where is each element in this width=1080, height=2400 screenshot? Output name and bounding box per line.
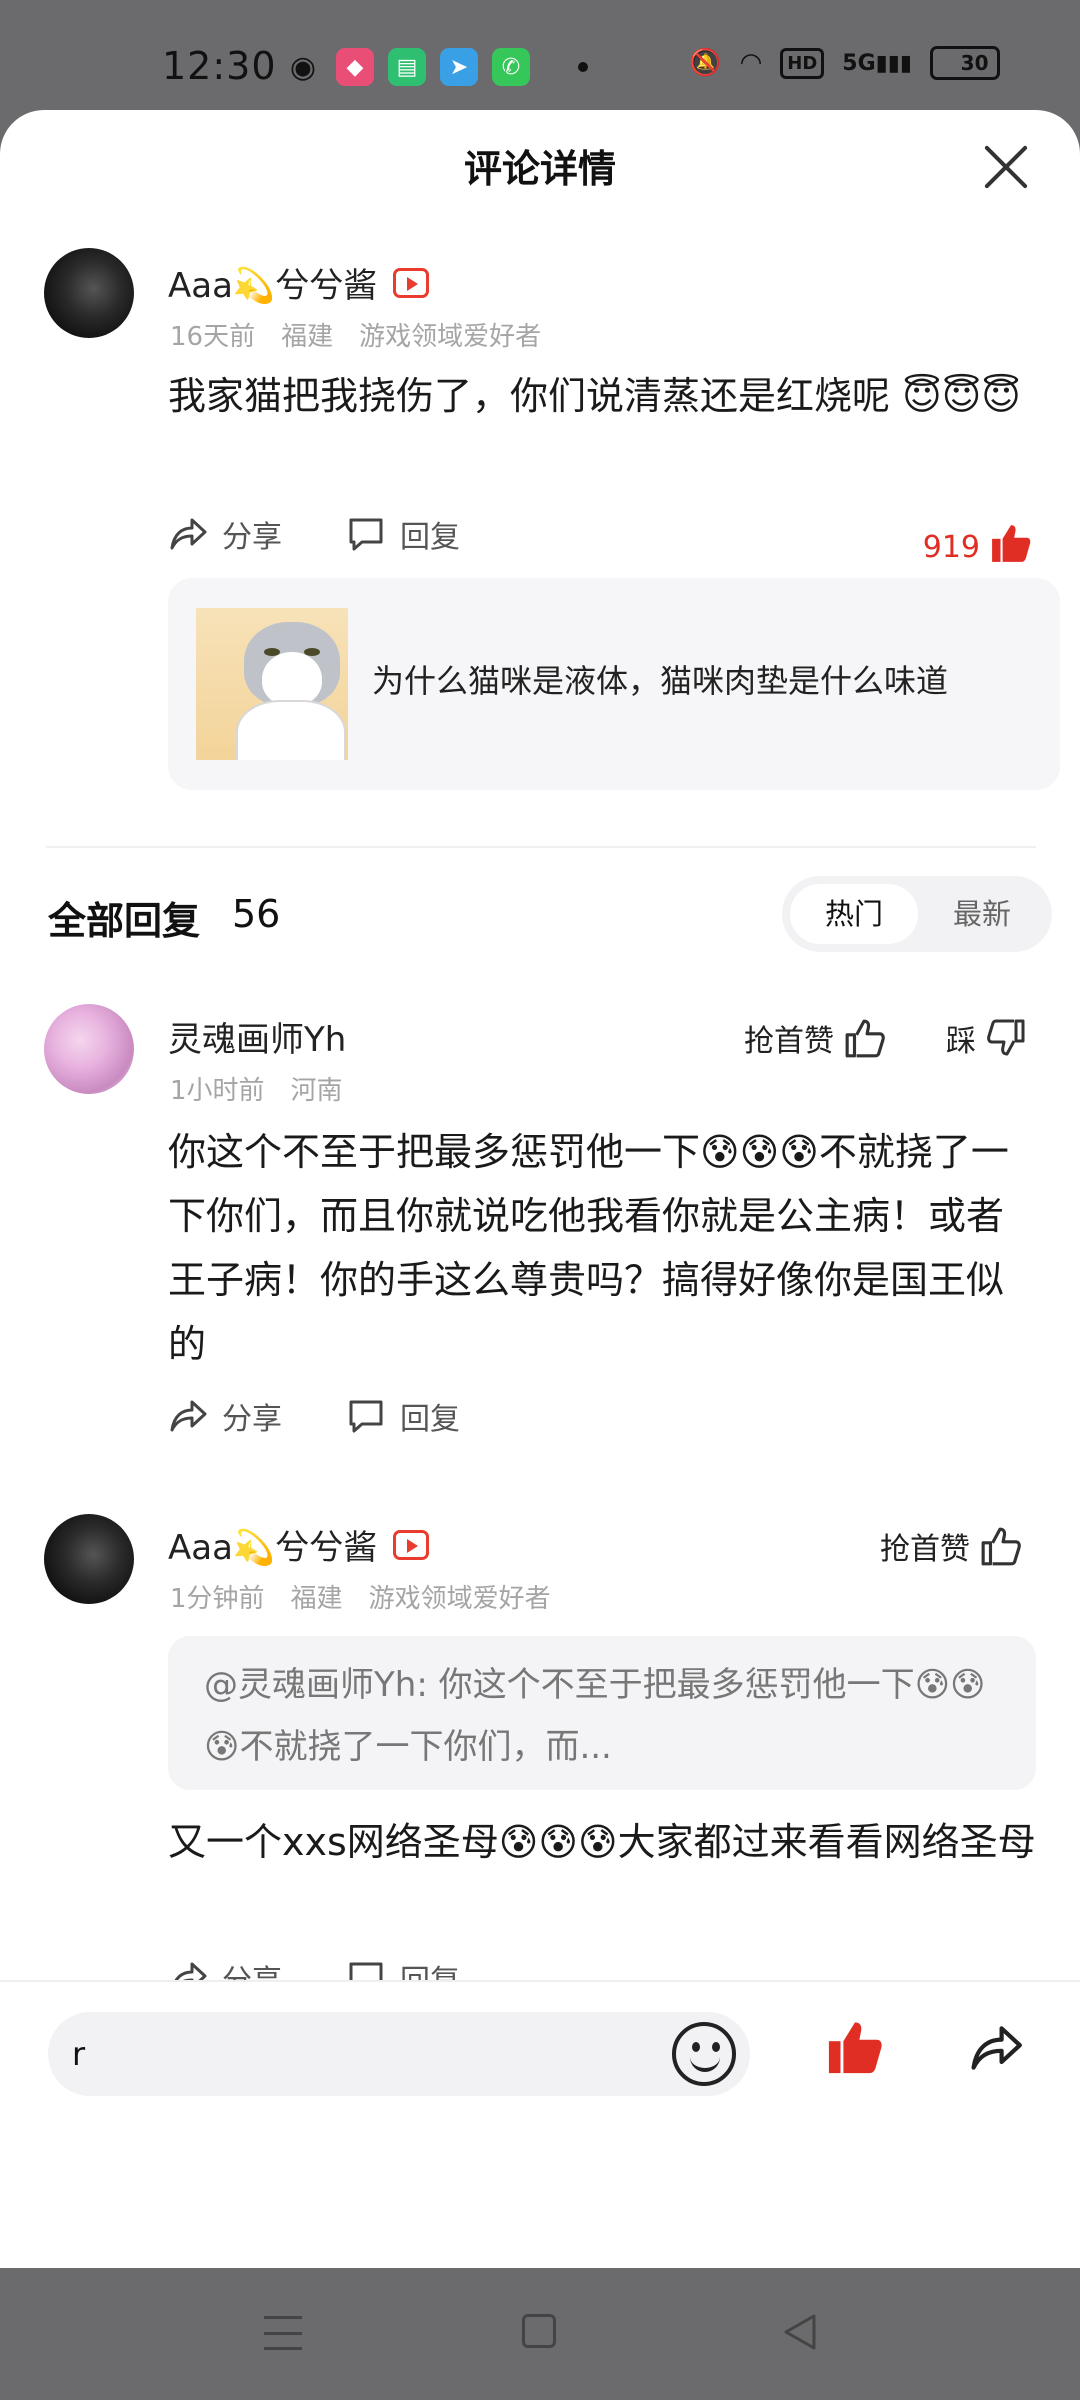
recent-apps-icon[interactable]	[264, 2316, 302, 2350]
topic-thumbnail	[196, 608, 348, 760]
more-notifications-icon	[578, 62, 588, 72]
tv-badge-icon	[393, 1529, 430, 1560]
reply-text: 你这个不至于把最多惩罚他一下😰😰😰不就挠了一下你们，而且你就说吃他我看你就是公主…	[168, 1130, 1009, 1366]
comment-detail-sheet: 评论详情 Aaa💫兮兮酱 16天前 福建 游戏领域爱好者 我家猫把我挠伤了，你们…	[0, 110, 1080, 2268]
wechat-icon: ◉	[284, 48, 322, 86]
avatar[interactable]	[44, 1514, 134, 1604]
dislike-button[interactable]: 踩	[946, 1016, 1026, 1060]
replies-count: 56	[232, 892, 281, 936]
phone-icon: ✆	[492, 48, 530, 86]
tab-hot[interactable]: 热门	[790, 884, 918, 944]
like-count: 919	[922, 530, 980, 565]
comment-input-bar	[0, 1980, 1080, 2270]
sheet-title: 评论详情	[463, 147, 616, 191]
mute-icon: 🔕	[689, 48, 722, 78]
reply-username[interactable]: Aaa💫兮兮酱	[168, 1520, 430, 1569]
battery-icon: 30	[930, 46, 1000, 80]
home-icon[interactable]	[522, 2314, 556, 2348]
divider	[46, 846, 1036, 848]
comment-input-box[interactable]	[48, 2012, 750, 2096]
thumbs-up-icon[interactable]	[990, 522, 1032, 564]
thumbs-up-icon[interactable]	[826, 2018, 884, 2076]
share-icon	[170, 518, 207, 550]
thumbs-up-icon	[981, 1527, 1021, 1566]
share-button[interactable]: 分享	[168, 1394, 282, 1438]
reply-text: 又一个xxs网络圣母😰😰😰大家都过来看看网络圣母	[168, 1820, 1036, 1864]
linked-topic-title: 为什么猫咪是液体，猫咪肉垫是什么味道	[372, 662, 949, 700]
telegram-icon: ➤	[440, 48, 478, 86]
status-bar: 12:30 ◉ ◆ ▤ ➤ ✆ 🔕 ◠ HD 5G▮▮▮ 30	[0, 0, 1080, 110]
avatar[interactable]	[44, 1004, 134, 1094]
sort-toggle: 热门 最新	[782, 876, 1052, 952]
message-icon: ▤	[388, 48, 426, 86]
quoted-reply[interactable]: @灵魂画师Yh: 你这个不至于把最多惩罚他一下😰😰😰不就挠了一下你们，而...	[168, 1636, 1036, 1790]
comment-username[interactable]: Aaa💫兮兮酱	[168, 258, 430, 307]
reply-meta: 1小时前 河南	[170, 1076, 343, 1106]
avatar[interactable]	[44, 248, 134, 338]
thumbs-up-icon	[845, 1019, 885, 1058]
linked-topic-card[interactable]: 为什么猫咪是液体，猫咪肉垫是什么味道	[168, 578, 1060, 790]
reply-meta: 1分钟前 福建 游戏领域爱好者	[170, 1584, 551, 1614]
tv-badge-icon	[393, 267, 430, 298]
status-notification-icons: ◉ ◆ ▤ ➤ ✆	[284, 48, 588, 86]
reply-button[interactable]: 回复	[346, 512, 460, 556]
share-icon[interactable]	[966, 2020, 1026, 2076]
reply-icon	[349, 518, 383, 551]
hd-icon: HD	[780, 47, 825, 79]
share-icon	[170, 1400, 207, 1432]
status-time: 12:30	[162, 44, 277, 88]
tab-new[interactable]: 最新	[918, 884, 1046, 944]
wifi-icon: ◠	[739, 48, 763, 78]
app-icon: ◆	[336, 48, 374, 86]
first-like-button[interactable]: 抢首赞	[744, 1016, 886, 1060]
first-like-button[interactable]: 抢首赞	[880, 1524, 1022, 1568]
comment-text: 我家猫把我挠伤了，你们说清蒸还是红烧呢 😇😇😇	[168, 374, 1021, 418]
back-icon[interactable]	[780, 2312, 820, 2352]
signal-icon: 5G▮▮▮	[842, 50, 912, 76]
thumbs-down-icon	[987, 1019, 1025, 1056]
comment-input[interactable]	[72, 2024, 672, 2084]
emoji-icon[interactable]	[672, 2022, 736, 2086]
reply-button[interactable]: 回复	[346, 1394, 460, 1438]
reply-icon	[349, 1400, 383, 1433]
quoted-text: @灵魂画师Yh: 你这个不至于把最多惩罚他一下😰😰😰不就挠了一下你们，而...	[204, 1665, 986, 1767]
status-system-icons: 🔕 ◠ HD 5G▮▮▮ 30	[689, 46, 1000, 80]
reply-username[interactable]: 灵魂画师Yh	[168, 1012, 346, 1061]
system-nav-bar	[0, 2268, 1080, 2400]
replies-title: 全部回复	[48, 899, 201, 943]
comment-meta: 16天前 福建 游戏领域爱好者	[170, 322, 542, 352]
close-icon[interactable]	[982, 142, 1032, 192]
share-button[interactable]: 分享	[168, 512, 282, 556]
